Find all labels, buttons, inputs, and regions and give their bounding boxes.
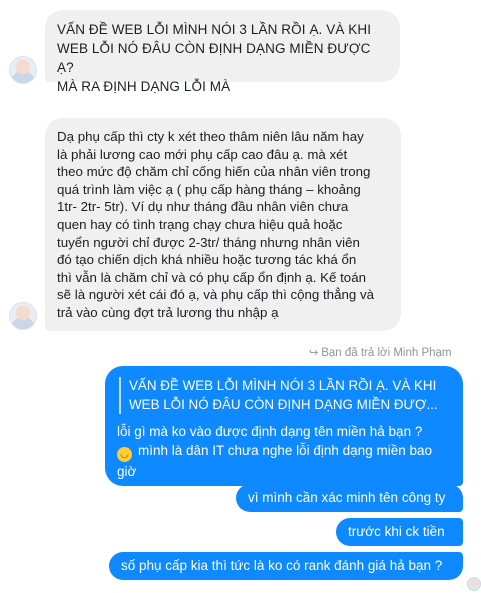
seen-avatar-icon — [467, 577, 481, 591]
quoted-message[interactable]: VẤN ĐỀ WEB LỖI MÌNH NÓI 3 LẦN RỒI Ạ. VÀ … — [119, 377, 451, 414]
reply-arrow-icon: ↪ — [309, 347, 319, 359]
contact-avatar[interactable] — [9, 302, 37, 330]
message-text: trước khi ck tiền — [348, 524, 445, 539]
reply-notice-text: Bạn đã trả lời Minh Phạm — [321, 347, 452, 359]
message-line: tuyển người chỉ được 2-3tr/ tháng nhưng … — [57, 234, 360, 250]
message-line: VẤN ĐỀ WEB LỖI MÌNH NÓI 3 LẦN RỒI Ạ. VÀ … — [57, 22, 372, 37]
message-line-with-emoji: ◡ mình là dân IT chưa nghe lỗi định dạng … — [117, 441, 451, 462]
incoming-message[interactable]: Dạ phụ cấp thì cty k xét theo thâm niên … — [45, 118, 401, 331]
message-line: là phải lương cao mới phụ cấp cao đâu ạ.… — [57, 146, 348, 162]
contact-avatar[interactable] — [9, 56, 37, 84]
message-line: thì vẫn là chăm chỉ và có phụ cấp ổn địn… — [57, 269, 366, 285]
message-line: sẽ là người xét cái đó ạ, và phụ cấp thì… — [57, 287, 375, 303]
message-line: lỗi gì mà ko vào được định dạng tên miền… — [117, 424, 423, 439]
message-line: WEB LỖI NÓ ĐÂU CÒN ĐỊNH DẠNG MIỀN ĐƯỢC Ạ… — [57, 41, 371, 75]
message-line: MÀ RA ĐỊNH DẠNG LỖI MÀ — [57, 79, 231, 94]
message-text: mình là dân IT chưa nghe lỗi định dạng m… — [138, 443, 432, 458]
message-line: quen hay có tình trạng chạy chưa hiệu qu… — [57, 216, 343, 232]
quoted-line: WEB LỖI NÓ ĐÂU CÒN ĐỊNH DẠNG MIỀN ĐƯỢ... — [129, 396, 438, 412]
incoming-message[interactable]: VẤN ĐỀ WEB LỖI MÌNH NÓI 3 LẦN RỒI Ạ. VÀ … — [45, 10, 400, 94]
message-text: vì mình cần xác minh tên công ty — [248, 490, 446, 505]
message-text: số phụ cấp kia thì tức là ko có rank đán… — [121, 558, 443, 573]
reply-notice: ↪ Bạn đã trả lời Minh Phạm — [309, 346, 452, 359]
message-line: giờ — [117, 464, 137, 479]
message-line: trả vào cùng đợt trả lương thu nhập ạ — [57, 304, 279, 320]
message-line: Dạ phụ cấp thì cty k xét theo thâm niên … — [57, 129, 364, 144]
message-line: theo mức độ chăm chỉ cống hiến của nhân … — [57, 164, 371, 180]
quoted-line: VẤN ĐỀ WEB LỖI MÌNH NÓI 3 LẦN RỒI Ạ. VÀ … — [129, 378, 437, 393]
message-line: đó tạo chiến dịch khá nhiều hoặc tương t… — [57, 252, 357, 268]
outgoing-message[interactable]: vì mình cần xác minh tên công ty — [236, 484, 463, 512]
smile-emoji-icon: ◡ — [117, 447, 132, 462]
message-line: quá trình làm việc ạ ( phụ cấp hàng thán… — [57, 181, 361, 197]
outgoing-message[interactable]: số phụ cấp kia thì tức là ko có rank đán… — [109, 552, 463, 580]
outgoing-reply-message[interactable]: VẤN ĐỀ WEB LỖI MÌNH NÓI 3 LẦN RỒI Ạ. VÀ … — [105, 366, 463, 486]
message-line: 1tr- 2tr- 5tr). Ví dụ như tháng đầu nhân… — [57, 199, 349, 215]
outgoing-message[interactable]: trước khi ck tiền — [336, 518, 463, 546]
